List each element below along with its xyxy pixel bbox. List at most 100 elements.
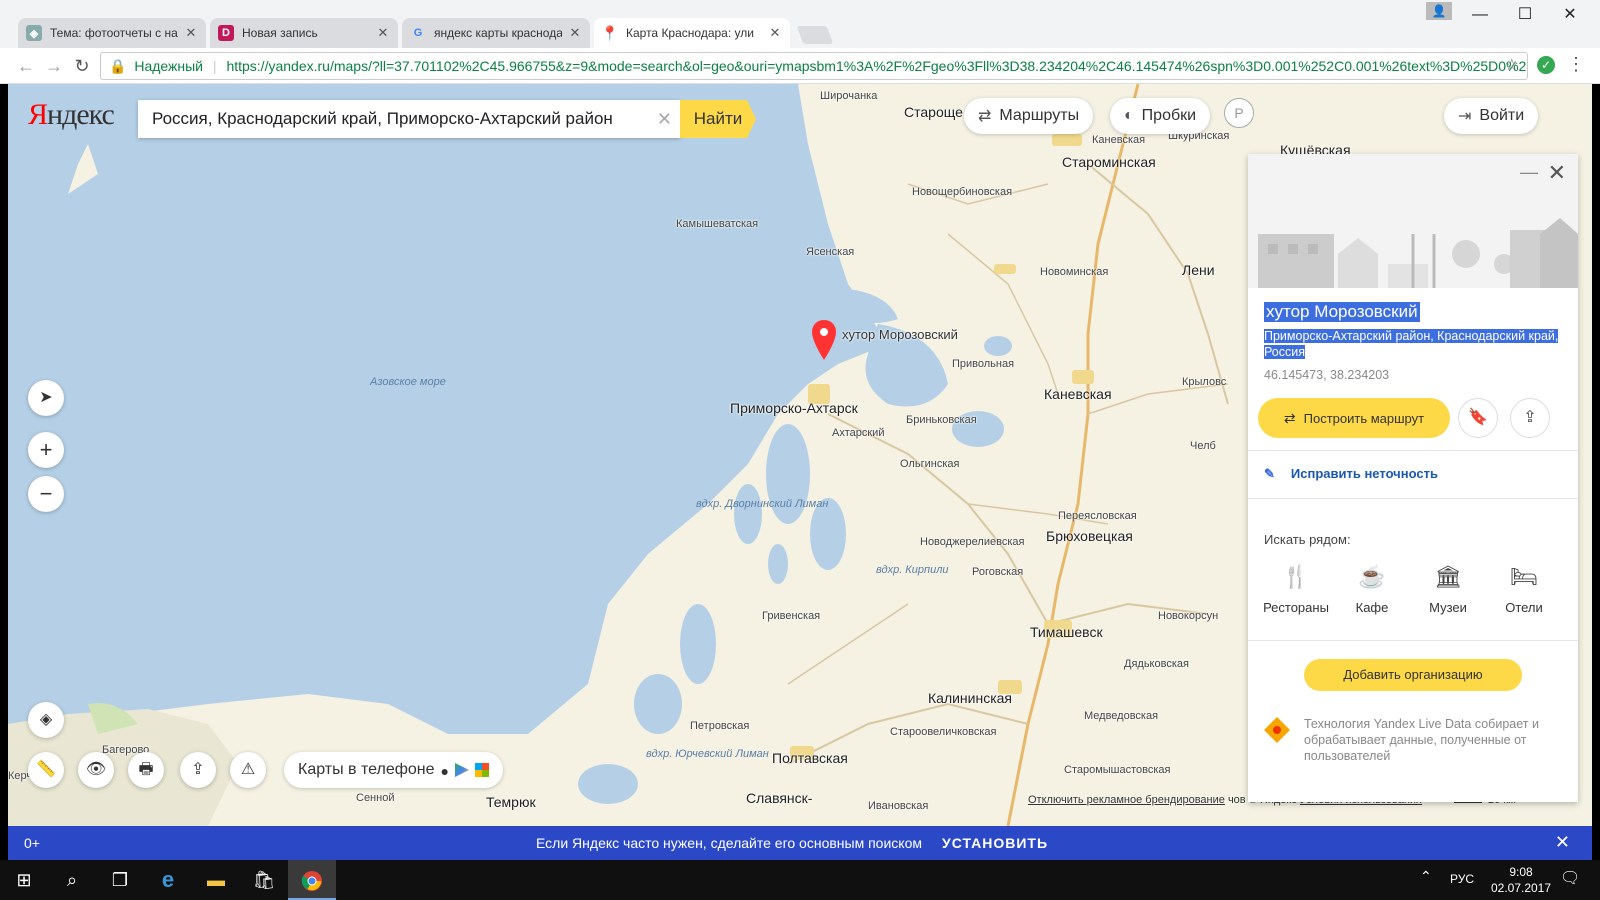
clear-icon[interactable]: ✕ [657, 109, 672, 130]
tab-new-post[interactable]: D Новая запись ✕ [210, 18, 398, 48]
file-explorer-icon[interactable]: ▬ [192, 860, 240, 900]
yandex-logo[interactable]: Яндекс [28, 98, 115, 132]
nearby-hotels[interactable]: 🛏 Отели [1484, 562, 1564, 615]
screen: ◈ Тема: фотоотчеты с наш ✕ D Новая запис… [0, 0, 1600, 900]
share-place-button[interactable]: ⇪ [1510, 398, 1550, 438]
divider [1248, 640, 1578, 641]
search-input[interactable] [138, 100, 648, 138]
forward-arrow-icon[interactable]: → [42, 54, 66, 78]
place-label: Темрюк [486, 794, 536, 810]
print-button[interactable]: 🖶 [128, 752, 164, 788]
reload-icon[interactable]: ↻ [70, 54, 94, 78]
place-label: Крыловс [1182, 376, 1227, 388]
store-icon[interactable]: 🛍 [240, 860, 288, 900]
login-button[interactable]: ⇥ Войти [1444, 98, 1539, 134]
promo-bar: 0+ Если Яндекс часто нужен, сделайте его… [8, 826, 1592, 860]
place-card: — ✕ хутор Морозовский Приморско-Ахтарски… [1248, 154, 1578, 802]
address-bar[interactable]: 🔒 Надежный | https://yandex.ru/maps/?ll=… [100, 52, 1528, 80]
place-label: вдхр. Юрчевский Лиман [646, 748, 769, 760]
close-icon[interactable]: ✕ [184, 25, 198, 41]
tray-chevron-icon[interactable]: ⌃ [1420, 868, 1432, 885]
edge-icon[interactable]: e [144, 860, 192, 900]
traffic-button[interactable]: ◐ Пробки [1110, 98, 1211, 134]
nearby-cafe[interactable]: ☕ Кафе [1332, 562, 1412, 615]
clock[interactable]: 9:08 02.07.2017 [1486, 864, 1556, 896]
install-button[interactable]: УСТАНОВИТЬ [942, 835, 1048, 851]
village-illustration [1248, 194, 1578, 288]
disable-branding-link[interactable]: Отключить рекламное брендирование [1028, 794, 1225, 806]
close-icon[interactable]: ✕ [376, 25, 390, 41]
mobile-apps-button[interactable]: Карты в телефоне ● [284, 752, 503, 788]
layers-button[interactable]: ◈ [28, 702, 64, 738]
warning-icon: ⚠ [240, 761, 256, 778]
zoom-in-button[interactable]: + [28, 432, 64, 468]
fork-knife-icon: 🍴 [1282, 564, 1310, 589]
ruler-icon: 📏 [36, 761, 56, 778]
nearby-title: Искать рядом: [1264, 532, 1351, 547]
window-close-icon[interactable]: ✕ [1555, 4, 1585, 26]
logo-first-letter: Я [28, 98, 48, 131]
notifications-icon[interactable]: 🗨 [1560, 868, 1580, 888]
geolocation-button[interactable]: ➤ [28, 380, 64, 416]
age-rating: 0+ [24, 835, 40, 851]
museum-icon: 🏛 [1434, 564, 1462, 589]
nearby-restaurants[interactable]: 🍴 Рестораны [1256, 562, 1336, 615]
search-icon[interactable]: ⌕ [48, 860, 96, 900]
share-icon: ⇪ [191, 761, 205, 778]
close-icon[interactable]: ✕ [768, 25, 782, 41]
tab-google-search[interactable]: G яндекс карты краснодар ✕ [402, 18, 590, 48]
minimize-card-icon[interactable]: — [1520, 162, 1538, 183]
minimize-icon[interactable]: — [1465, 4, 1495, 26]
tab-forum[interactable]: ◈ Тема: фотоотчеты с наш ✕ [18, 18, 206, 48]
nearby-label: Отели [1505, 600, 1543, 615]
tab-yandex-maps[interactable]: 📍 Карта Краснодара: ули ✕ [594, 18, 790, 48]
close-icon[interactable]: ✕ [568, 25, 582, 41]
task-view-icon[interactable]: ❐ [96, 860, 144, 900]
routes-button[interactable]: ⇄ Маршруты [964, 98, 1094, 134]
close-card-icon[interactable]: ✕ [1548, 160, 1566, 186]
minus-icon: − [39, 481, 53, 506]
parking-button[interactable]: P [1224, 98, 1254, 128]
nearby-label: Рестораны [1263, 600, 1329, 615]
panorama-button[interactable]: 👁 [78, 752, 114, 788]
place-label: Челб [1190, 440, 1216, 452]
share-button[interactable]: ⇪ [180, 752, 216, 788]
map-pin-icon: 📍 [601, 24, 619, 41]
report-inaccuracy-link[interactable]: ✎ Исправить неточность [1264, 466, 1438, 482]
divider [1248, 450, 1578, 451]
report-inaccuracy-label: Исправить неточность [1290, 466, 1438, 481]
bookmark-star-icon[interactable]: ☆ [1505, 53, 1519, 79]
chrome-taskbar-icon[interactable] [288, 860, 336, 900]
place-label: Петровская [690, 720, 750, 732]
build-route-button[interactable]: ⇄ Построить маршрут [1258, 398, 1450, 438]
language-indicator[interactable]: РУС [1450, 872, 1474, 886]
ruler-button[interactable]: 📏 [28, 752, 64, 788]
place-label: Новоджерелиевская [920, 536, 1025, 548]
location-marker[interactable] [810, 320, 838, 365]
tab-title: яндекс карты краснодар [434, 26, 562, 40]
search-button[interactable]: Найти [680, 100, 756, 138]
map-canvas[interactable]: Широчанка Староще Каневская Шкуринская Кущёв… [8, 84, 1592, 826]
user-profile-icon[interactable]: 👤 [1426, 2, 1452, 20]
add-organization-button[interactable]: Добавить организацию [1304, 659, 1522, 691]
place-label: Полтавская [772, 750, 848, 766]
report-button[interactable]: ⚠ [230, 752, 266, 788]
place-address: Приморско-Ахтарский район, Краснодарский… [1264, 328, 1564, 360]
zoom-out-button[interactable]: − [28, 476, 64, 512]
bookmark-button[interactable]: 🔖 [1458, 398, 1498, 438]
place-label: Медведовская [1084, 710, 1159, 722]
nearby-museums[interactable]: 🏛 Музеи [1408, 562, 1488, 615]
browser-menu-icon[interactable]: ⋮ [1566, 54, 1586, 75]
start-windows-icon[interactable]: ⊞ [0, 860, 48, 900]
maximize-icon[interactable]: ☐ [1510, 4, 1540, 26]
close-promo-icon[interactable]: ✕ [1555, 832, 1570, 853]
place-coordinates[interactable]: 46.145473, 38.234203 [1264, 368, 1389, 382]
extension-check-icon[interactable]: ✓ [1537, 56, 1555, 74]
back-arrow-icon[interactable]: ← [14, 54, 38, 78]
place-label: Приморско-Ахтарск [730, 400, 858, 416]
coffee-cup-icon: ☕ [1358, 564, 1386, 589]
new-tab-button[interactable] [796, 26, 834, 44]
place-label: Тимашевск [1030, 624, 1103, 640]
plus-icon: + [39, 437, 53, 462]
place-label: Сенной [356, 792, 395, 804]
